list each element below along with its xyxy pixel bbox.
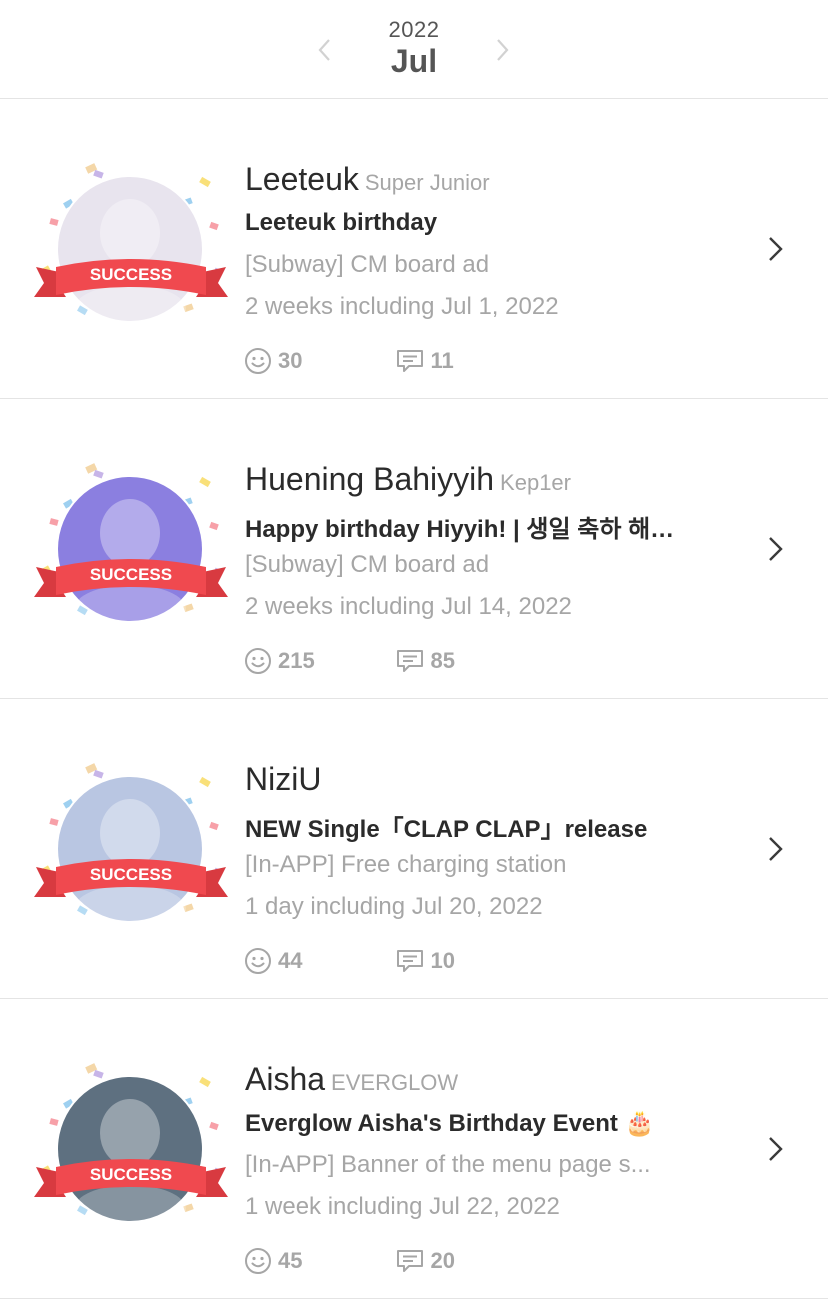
comments-count: 20 xyxy=(430,1248,455,1273)
event-period: 2 weeks including Jul 1, 2022 xyxy=(245,293,559,320)
ad-type: [Subway] CM board ad xyxy=(245,251,490,278)
comments-count: 85 xyxy=(430,648,455,673)
event-info: Huening Bahiyyih Kep1er Happy birthday Hi… xyxy=(245,461,735,627)
likes-button[interactable]: 45 xyxy=(244,1247,392,1275)
chevron-right-icon xyxy=(769,537,783,561)
event-list: SUCCESS Leeteuk Super Junior Leeteuk birt… xyxy=(0,99,828,1299)
next-month-button[interactable] xyxy=(490,36,514,64)
event-stats: 45 20 xyxy=(244,1247,455,1279)
comments-button[interactable]: 11 xyxy=(396,348,454,374)
comments-count: 11 xyxy=(430,348,454,373)
smiley-icon xyxy=(245,1248,271,1274)
success-badge: SUCCESS xyxy=(90,265,172,284)
event-stats: 215 85 xyxy=(244,647,455,679)
event-list-item[interactable]: SUCCESS NiziU NEW Single「CLAP CLAP」relea… xyxy=(0,699,828,999)
open-event-button[interactable] xyxy=(764,234,786,264)
success-badge: SUCCESS xyxy=(90,565,172,584)
artist-group: Kep1er xyxy=(500,470,571,495)
ad-type: [In-APP] Banner of the menu page s... xyxy=(245,1151,651,1178)
likes-count: 215 xyxy=(278,648,315,673)
artist-group: EVERGLOW xyxy=(331,1070,459,1095)
likes-button[interactable]: 44 xyxy=(244,947,392,975)
header-month: Jul xyxy=(390,43,438,79)
success-badge: SUCCESS xyxy=(90,865,172,884)
event-title: NEW Single「CLAP CLAP」release xyxy=(245,816,648,843)
event-thumbnail: SUCCESS xyxy=(34,459,228,629)
event-stats: 30 11 xyxy=(244,347,454,379)
event-info: Aisha EVERGLOW Everglow Aisha's Birthday … xyxy=(245,1061,735,1227)
success-badge: SUCCESS xyxy=(90,1165,172,1184)
event-stats: 44 10 xyxy=(244,947,455,979)
artist-name: Huening Bahiyyih xyxy=(245,461,495,497)
chevron-right-icon xyxy=(769,1137,783,1161)
open-event-button[interactable] xyxy=(764,1134,786,1164)
artist-name: Aisha xyxy=(245,1061,326,1097)
ad-type: [Subway] CM board ad xyxy=(245,551,490,578)
comments-count: 10 xyxy=(430,948,455,973)
likes-button[interactable]: 30 xyxy=(244,347,392,375)
event-thumbnail: SUCCESS xyxy=(34,159,228,329)
chevron-right-icon xyxy=(769,837,783,861)
month-header: 2022 Jul xyxy=(0,0,828,99)
chevron-right-icon xyxy=(497,39,509,61)
comment-icon xyxy=(397,650,424,672)
event-period: 2 weeks including Jul 14, 2022 xyxy=(245,593,572,620)
artist-name: Leeteuk xyxy=(245,161,359,197)
comments-button[interactable]: 20 xyxy=(396,1248,455,1274)
event-title: Happy birthday Hiyyih! | 생일 축하 해… xyxy=(245,516,675,543)
comment-icon xyxy=(397,1250,424,1272)
smiley-icon xyxy=(245,348,271,374)
comment-icon xyxy=(397,950,424,972)
event-list-item[interactable]: SUCCESS Aisha EVERGLOW Everglow Aisha's B… xyxy=(0,999,828,1299)
event-list-item[interactable]: SUCCESS Huening Bahiyyih Kep1er Happy bir… xyxy=(0,399,828,699)
header-year: 2022 xyxy=(388,17,440,42)
smiley-icon xyxy=(245,648,271,674)
event-thumbnail: SUCCESS xyxy=(34,1059,228,1229)
likes-count: 44 xyxy=(278,948,303,973)
event-title: Everglow Aisha's Birthday Event 🎂 xyxy=(245,1110,655,1137)
comments-button[interactable]: 10 xyxy=(396,948,455,974)
ad-type: [In-APP] Free charging station xyxy=(245,851,567,878)
event-period: 1 day including Jul 20, 2022 xyxy=(245,893,543,920)
event-info: Leeteuk Super Junior Leeteuk birthday [Su… xyxy=(245,161,735,327)
event-period: 1 week including Jul 22, 2022 xyxy=(245,1193,560,1220)
event-info: NiziU NEW Single「CLAP CLAP」release [In-A… xyxy=(245,761,735,927)
comments-button[interactable]: 85 xyxy=(396,648,455,674)
artist-name: NiziU xyxy=(245,761,322,797)
likes-count: 45 xyxy=(278,1248,303,1273)
event-title: Leeteuk birthday xyxy=(245,209,438,236)
comment-icon xyxy=(397,350,424,372)
chevron-right-icon xyxy=(769,237,783,261)
artist-group: Super Junior xyxy=(364,170,490,195)
likes-button[interactable]: 215 xyxy=(244,647,392,675)
smiley-icon xyxy=(245,948,271,974)
open-event-button[interactable] xyxy=(764,534,786,564)
event-list-item[interactable]: SUCCESS Leeteuk Super Junior Leeteuk birt… xyxy=(0,99,828,399)
event-thumbnail: SUCCESS xyxy=(34,759,228,929)
likes-count: 30 xyxy=(278,348,303,373)
open-event-button[interactable] xyxy=(764,834,786,864)
